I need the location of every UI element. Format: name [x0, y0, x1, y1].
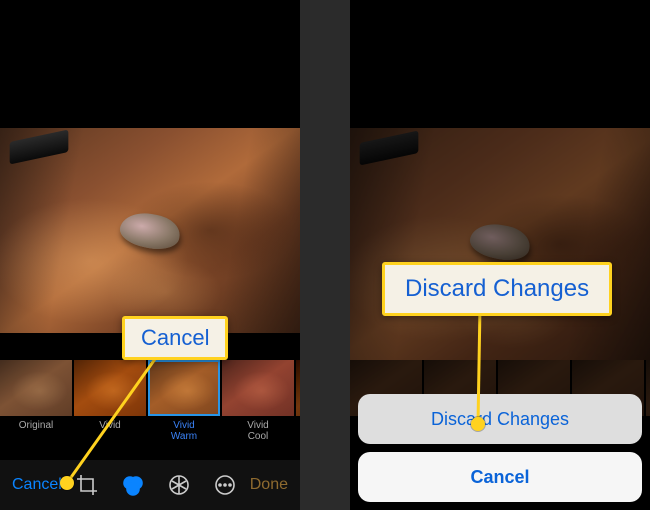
- filter-vivid-warm[interactable]: Vivid Warm: [148, 360, 220, 442]
- screenshot-right: Discard Changes Cancel Discard Changes: [350, 0, 650, 510]
- crop-icon[interactable]: [75, 473, 99, 497]
- sheet-cancel-button[interactable]: Cancel: [358, 452, 642, 502]
- more-icon[interactable]: [213, 473, 237, 497]
- adjust-icon[interactable]: [167, 473, 191, 497]
- editing-photo[interactable]: [0, 128, 300, 333]
- discard-changes-button[interactable]: Discard Changes: [358, 394, 642, 444]
- callout-dot: [471, 417, 485, 431]
- callout-dot: [60, 476, 74, 490]
- filter-strip[interactable]: Original Vivid Vivid Warm Vivid Cool Dra…: [0, 360, 300, 450]
- done-button[interactable]: Done: [250, 476, 288, 494]
- comparison-container: Original Vivid Vivid Warm Vivid Cool Dra…: [0, 0, 650, 510]
- screenshot-left: Original Vivid Vivid Warm Vivid Cool Dra…: [0, 0, 300, 510]
- filters-icon[interactable]: [121, 473, 145, 497]
- editor-toolbar: Cancel Done: [0, 460, 300, 510]
- filter-original[interactable]: Original: [0, 360, 72, 431]
- panel-gap: [300, 0, 350, 510]
- filter-vivid-cool[interactable]: Vivid Cool: [222, 360, 294, 442]
- callout-cancel: Cancel: [122, 316, 228, 360]
- cancel-button[interactable]: Cancel: [12, 476, 62, 494]
- filter-vivid[interactable]: Vivid: [74, 360, 146, 431]
- callout-discard: Discard Changes: [382, 262, 612, 316]
- filter-dramatic[interactable]: Dram: [296, 360, 300, 431]
- action-sheet: Discard Changes Cancel: [358, 394, 642, 502]
- tool-icons: [75, 473, 237, 497]
